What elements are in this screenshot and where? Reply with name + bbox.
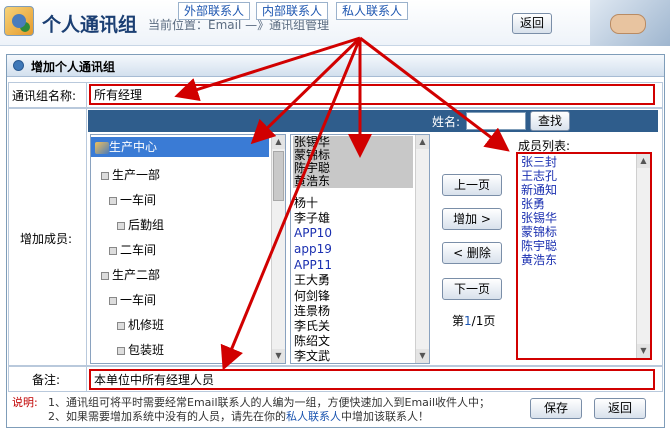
list-item[interactable]: 李氏关 [293,320,413,333]
tree-scrollbar[interactable]: ▲ ▼ [271,135,285,363]
scroll-down-arrow-icon[interactable]: ▼ [416,349,429,363]
notes-label: 说明: [12,396,38,409]
private-contacts-link[interactable]: 私人联系人 [286,410,341,423]
list-item[interactable]: 黄浩东 [293,175,413,188]
page-current: 1 [464,314,472,328]
save-button[interactable]: 保存 [530,398,582,419]
list-item[interactable]: 王志孔 [521,169,557,183]
handshake-banner-image [590,0,670,46]
org-tree[interactable]: 生产中心 生产一部 一车间 后勤组 二车间 生产二部 一车间 机修班 包装班 ▲… [90,134,286,364]
panel-title: 增加个人通讯组 [31,60,116,74]
org-icon [95,141,109,154]
contacts-logo-icon [4,6,34,36]
group-name-label: 通讯组名称: [12,89,77,103]
folder-node-icon [117,321,125,330]
name-search-label: 姓名: [432,115,461,129]
list-item[interactable]: 新通知 [521,183,557,197]
label-column-divider [86,82,87,392]
folder-node-icon [109,246,117,255]
page-title: 个人通讯组 [42,14,138,36]
page-indicator: 第1/1页 [452,312,495,329]
scroll-up-arrow-icon[interactable]: ▲ [272,135,285,149]
remark-label: 备注: [32,373,61,387]
tree-node[interactable]: 包装班 [91,340,269,360]
next-page-button[interactable]: 下一页 [442,278,502,300]
tree-node-label: 生产中心 [109,140,158,154]
list-item[interactable]: 连景杨 [293,305,413,318]
note-line-2-prefix: 2、如果需要增加系统中没有的人员，请先在你的 [48,410,286,423]
folder-node-icon [109,196,117,205]
page-suffix: 页 [483,314,496,328]
page-prefix: 第 [452,314,465,328]
tab-internal-contacts[interactable]: 内部联系人 [256,2,328,20]
tree-node[interactable]: 生产二部 [91,265,269,285]
list-item[interactable]: 张勇 [521,197,545,211]
contacts-list[interactable]: 张锡华 蒙锦标 陈宇聪 黄浩东 杨十 李子雄 APP10 app19 APP11… [290,134,430,364]
members-scrollbar[interactable]: ▲ ▼ [636,154,650,358]
list-item[interactable]: APP11 [293,259,413,272]
list-item[interactable]: 黄浩东 [521,253,557,267]
add-member-button[interactable]: 增加 > [442,208,502,230]
contact-source-tabs [88,110,658,132]
list-item[interactable]: 杨十 [293,197,413,210]
list-item[interactable]: 何剑锋 [293,290,413,303]
members-list[interactable]: 张三封 王志孔 新通知 张勇 张锡华 蒙锦标 陈宇聪 黄浩东 ▲ ▼ [516,152,652,360]
list-item[interactable]: APP10 [293,227,413,240]
name-search-input[interactable] [466,112,526,130]
search-button[interactable]: 查找 [530,111,570,131]
list-item[interactable]: 王大勇 [293,274,413,287]
list-item[interactable]: 李文武 [293,350,413,363]
scroll-up-arrow-icon[interactable]: ▲ [416,135,429,149]
back-button-bottom[interactable]: 返回 [594,398,646,419]
list-item[interactable]: app19 [293,243,413,256]
list-item[interactable]: 蒙锦标 [521,225,557,239]
list-item[interactable]: 陈绍文 [293,335,413,348]
scroll-down-arrow-icon[interactable]: ▼ [637,344,650,358]
scrollbar-thumb[interactable] [273,151,284,201]
contacts-scrollbar[interactable]: ▲ ▼ [415,135,429,363]
group-name-input[interactable] [89,84,655,105]
tree-node-label: 一车间 [120,193,157,207]
folder-node-icon [101,171,109,180]
tree-node[interactable]: 生产一部 [91,165,269,185]
tree-node-label: 包装班 [128,343,165,357]
tree-node[interactable]: 一车间 [91,290,269,310]
back-button-top[interactable]: 返回 [512,13,552,34]
folder-node-icon [117,221,125,230]
tree-node[interactable]: 机修班 [91,315,269,335]
list-item[interactable]: 陈宇聪 [521,239,557,253]
add-members-label: 增加成员: [20,232,73,246]
scroll-down-arrow-icon[interactable]: ▼ [272,349,285,363]
list-item[interactable]: 张锡华 [521,211,557,225]
prev-page-button[interactable]: 上一页 [442,174,502,196]
panel-bullet-icon [13,60,24,71]
folder-node-icon [117,346,125,355]
tree-node-label: 一车间 [120,293,157,307]
tree-node[interactable]: 后勤组 [91,215,269,235]
list-item[interactable]: 张三封 [521,155,557,169]
tree-node-label: 后勤组 [128,218,165,232]
folder-node-icon [109,296,117,305]
tab-external-contacts[interactable]: 外部联系人 [178,2,250,20]
scroll-up-arrow-icon[interactable]: ▲ [637,154,650,168]
note-line-2-suffix: 中增加该联系人！ [341,410,429,423]
tree-node[interactable]: 二车间 [91,240,269,260]
tree-node-label: 生产二部 [112,268,161,282]
remark-input[interactable] [89,369,655,390]
tree-node-label: 二车间 [120,243,157,257]
folder-node-icon [101,271,109,280]
tab-private-contacts[interactable]: 私人联系人 [336,2,408,20]
note-line-2: 2、如果需要增加系统中没有的人员，请先在你的私人联系人中增加该联系人！ [48,408,429,424]
tree-node[interactable]: 一车间 [91,190,269,210]
remove-member-button[interactable]: < 删除 [442,242,502,264]
tree-node-label: 机修班 [128,318,165,332]
tree-node[interactable]: 生产中心 [91,137,269,157]
list-item[interactable]: 李子雄 [293,212,413,225]
tree-node-label: 生产一部 [112,168,161,182]
